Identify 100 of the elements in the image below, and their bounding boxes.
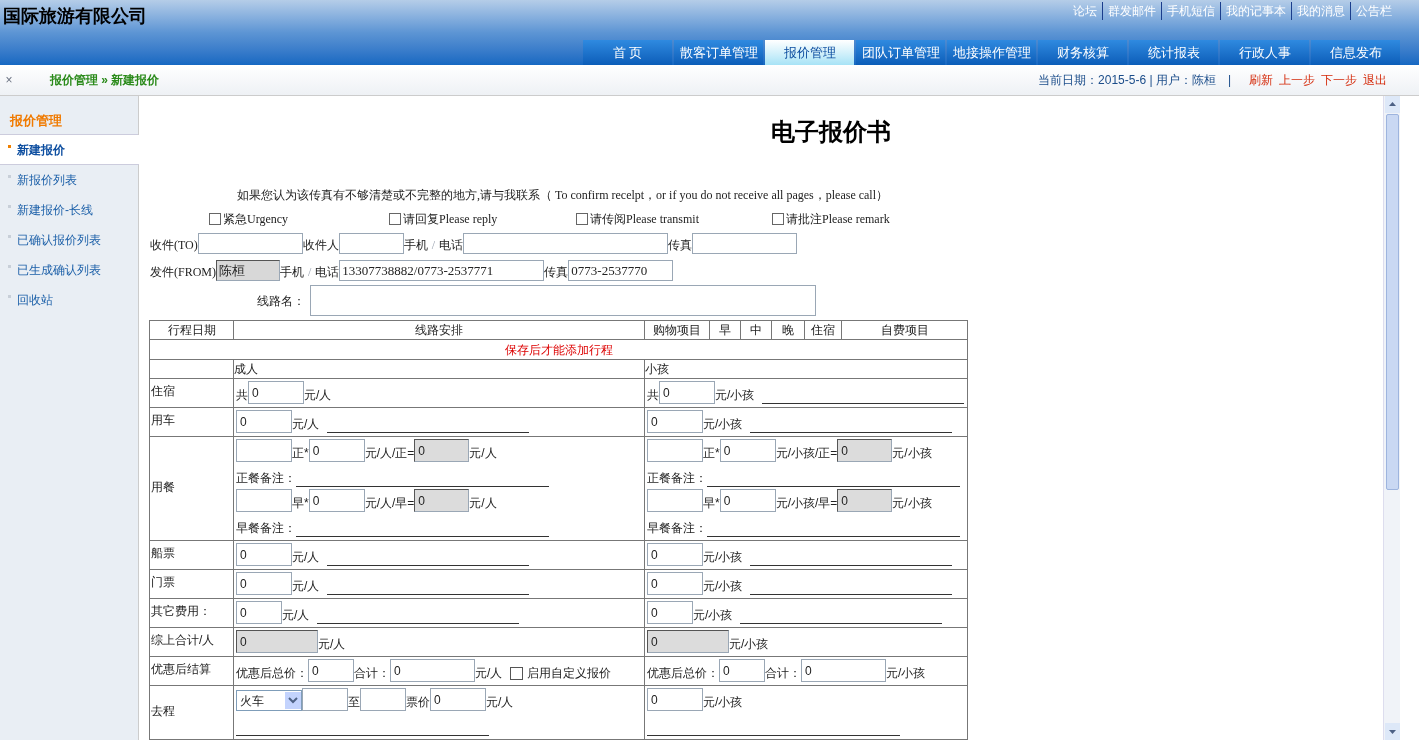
checkbox[interactable] bbox=[772, 213, 784, 225]
input-field[interactable]: 0773-2537770 bbox=[568, 260, 674, 281]
scrollbar[interactable] bbox=[1383, 96, 1400, 740]
total-field[interactable]: 0 bbox=[414, 489, 470, 512]
nav-tab[interactable]: 散客订单管理 bbox=[674, 40, 763, 65]
group-header: 小孩 bbox=[644, 359, 968, 379]
label-text: 正* bbox=[292, 445, 309, 462]
input-field[interactable] bbox=[692, 233, 798, 254]
row-label: 门票 bbox=[149, 569, 234, 599]
amount-field[interactable] bbox=[647, 489, 703, 512]
amount-field[interactable]: 0 bbox=[390, 659, 475, 682]
amount-field[interactable]: 0 bbox=[308, 489, 365, 512]
nav-tab[interactable]: 行政人事 bbox=[1220, 40, 1309, 65]
column-header: 早 bbox=[709, 320, 741, 340]
amount-field[interactable]: 0 bbox=[659, 381, 715, 404]
transport-select[interactable]: 火车 bbox=[236, 690, 302, 711]
nav-tab[interactable]: 地接操作管理 bbox=[947, 40, 1036, 65]
amount-field[interactable]: 0 bbox=[308, 659, 354, 682]
total-field[interactable]: 0 bbox=[414, 439, 470, 462]
input-field[interactable] bbox=[463, 233, 669, 254]
action-link[interactable]: 上一步 bbox=[1279, 71, 1315, 89]
amount-field[interactable] bbox=[236, 489, 292, 512]
row-label: 去程 bbox=[149, 685, 234, 740]
checkbox[interactable] bbox=[510, 666, 524, 680]
amount-field[interactable]: 0 bbox=[308, 439, 365, 462]
sidebar-item[interactable]: 新建报价 bbox=[0, 135, 139, 165]
action-link[interactable]: 下一步 bbox=[1321, 71, 1357, 89]
nav-tab[interactable]: 财务核算 bbox=[1038, 40, 1127, 65]
label-text: 元/人 bbox=[292, 549, 320, 566]
user-info: 当前日期：2015-5-6 | 用户：陈桓 bbox=[1038, 72, 1216, 89]
amount-field[interactable]: 0 bbox=[719, 439, 776, 462]
amount-field[interactable]: 0 bbox=[719, 659, 765, 682]
label-text: 早餐备注： bbox=[647, 520, 707, 537]
total-field[interactable]: 0 bbox=[647, 630, 729, 653]
scroll-up-icon[interactable] bbox=[1384, 96, 1400, 113]
checkbox[interactable] bbox=[576, 213, 588, 225]
column-header: 住宿 bbox=[804, 320, 842, 340]
amount-field[interactable] bbox=[302, 688, 348, 711]
label-text: 共 bbox=[647, 387, 659, 404]
amount-field[interactable]: 0 bbox=[647, 572, 703, 595]
fax-note: 如果您认为该传真有不够清楚或不完整的地方,请与我联系（ To confirm recelpt，or if you do not receive all pages，please call） bbox=[236, 187, 890, 204]
label-text: 电话 bbox=[439, 237, 464, 254]
group-header: 成人 bbox=[233, 359, 645, 379]
action-link[interactable]: 退出 bbox=[1363, 71, 1387, 89]
row-label: 其它费用： bbox=[149, 598, 234, 628]
total-field[interactable]: 0 bbox=[837, 489, 893, 512]
action-link[interactable]: 刷新 bbox=[1249, 71, 1273, 89]
label-text: 元/人/早= bbox=[364, 495, 415, 512]
amount-field[interactable] bbox=[360, 688, 406, 711]
company-title: 国际旅游有限公司 bbox=[2, 5, 147, 28]
checkbox[interactable] bbox=[389, 213, 401, 225]
amount-field[interactable]: 0 bbox=[647, 543, 703, 566]
breadcrumb: 报价管理 » 新建报价 bbox=[50, 72, 160, 89]
input-field[interactable] bbox=[197, 233, 303, 254]
sidebar-item[interactable]: 已确认报价列表 bbox=[0, 225, 138, 255]
total-field[interactable]: 0 bbox=[236, 630, 318, 653]
sidebar-item[interactable]: 新建报价-长线 bbox=[0, 195, 138, 225]
route-name-field[interactable] bbox=[310, 285, 816, 316]
row-label: 综上合计/人 bbox=[149, 627, 234, 657]
amount-field[interactable]: 0 bbox=[430, 688, 486, 711]
label-text: 元/人 bbox=[469, 445, 497, 462]
sidebar-item[interactable]: 回收站 bbox=[0, 285, 138, 315]
sidebar-item[interactable]: 已生成确认列表 bbox=[0, 255, 138, 285]
label-text: 正餐备注： bbox=[647, 470, 707, 487]
amount-field[interactable]: 0 bbox=[719, 489, 776, 512]
amount-field[interactable]: 0 bbox=[647, 688, 703, 711]
nav-tab[interactable]: 统计报表 bbox=[1129, 40, 1218, 65]
label-text: 元/人 bbox=[486, 694, 514, 711]
amount-field[interactable]: 0 bbox=[236, 543, 292, 566]
total-field[interactable]: 0 bbox=[837, 439, 893, 462]
input-field[interactable]: 陈桓 bbox=[216, 260, 280, 281]
label-text: 优惠后总价： bbox=[647, 665, 719, 682]
amount-field[interactable]: 0 bbox=[248, 381, 304, 404]
checkbox[interactable] bbox=[209, 213, 221, 225]
nav-tab[interactable]: 团队订单管理 bbox=[856, 40, 945, 65]
nav-tab[interactable]: 首 页 bbox=[583, 40, 672, 65]
nav-tab[interactable]: 报价管理 bbox=[765, 40, 854, 65]
nav-tab[interactable]: 信息发布 bbox=[1311, 40, 1400, 65]
close-button[interactable]: × bbox=[3, 71, 15, 89]
amount-field[interactable] bbox=[647, 439, 703, 462]
notice-text: 保存后才能添加行程 bbox=[149, 339, 968, 360]
input-field[interactable]: 13307738882/0773-2537771 bbox=[339, 260, 545, 281]
label-text: 手机 bbox=[403, 237, 428, 254]
column-header: 中 bbox=[740, 320, 772, 340]
sidebar-item[interactable]: 新报价列表 bbox=[0, 165, 138, 195]
input-field[interactable] bbox=[338, 233, 404, 254]
label-text: 收件(TO) bbox=[150, 237, 198, 254]
amount-field[interactable]: 0 bbox=[801, 659, 886, 682]
column-header: 线路安排 bbox=[233, 320, 645, 340]
amount-field[interactable]: 0 bbox=[236, 572, 292, 595]
label-text: 正餐备注： bbox=[236, 470, 296, 487]
amount-field[interactable]: 0 bbox=[236, 410, 292, 433]
amount-field[interactable]: 0 bbox=[236, 601, 282, 624]
amount-field[interactable]: 0 bbox=[647, 410, 703, 433]
label-text: 元/人 bbox=[282, 607, 310, 624]
label-text: 电话 bbox=[315, 264, 340, 281]
amount-field[interactable] bbox=[236, 439, 292, 462]
amount-field[interactable]: 0 bbox=[647, 601, 693, 624]
label-text: 元/人 bbox=[292, 416, 320, 433]
scroll-down-icon[interactable] bbox=[1384, 723, 1400, 740]
